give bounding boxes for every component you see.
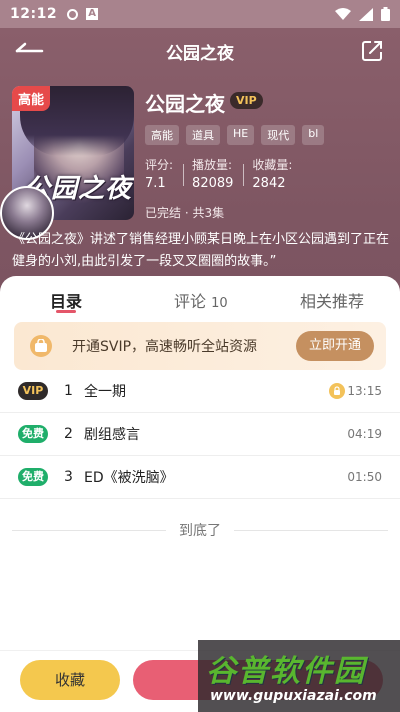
episode-title: 全一期 bbox=[84, 384, 126, 400]
promo-text: 开通SVIP，高速畅听全站资源 bbox=[72, 339, 258, 355]
tag-list: 高能 道具 HE 现代 bl bbox=[145, 125, 325, 145]
episode-row[interactable]: VIP 1 全一期 13:15 bbox=[0, 370, 400, 413]
book-description: 《公园之夜》讲述了销售经理小顾某日晚上在小区公园遇到了正在健身的小刘,由此引发了… bbox=[12, 232, 390, 269]
episode-number: 3 bbox=[64, 469, 73, 485]
tag[interactable]: bl bbox=[302, 125, 325, 145]
wifi-icon bbox=[335, 7, 351, 20]
watermark: 谷普软件园 www.gupuxiazai.com bbox=[198, 640, 400, 712]
stats-row: 评分: 7.1 播放量: 82089 收藏量: 2842 bbox=[145, 156, 302, 191]
status-time: 12:12 bbox=[10, 6, 58, 22]
tag[interactable]: HE bbox=[227, 125, 255, 145]
record-icon bbox=[67, 8, 79, 20]
active-tab-indicator bbox=[56, 310, 76, 313]
rating-stat: 评分: 7.1 bbox=[145, 156, 183, 191]
stat-divider bbox=[243, 164, 245, 186]
top-navigation-bar: 公园之夜 bbox=[0, 28, 400, 74]
episode-duration: 13:15 bbox=[347, 384, 382, 398]
completion-status: 已完结 · 共3集 bbox=[145, 206, 225, 220]
lock-icon bbox=[329, 383, 345, 399]
vip-badge: VIP bbox=[230, 92, 263, 109]
tab-bar: 目录 评论 10 相关推荐 bbox=[0, 288, 400, 318]
plays-stat: 播放量: 82089 bbox=[192, 156, 243, 191]
signal-icon bbox=[359, 7, 373, 21]
tag[interactable]: 现代 bbox=[261, 125, 296, 145]
tab-comments-count: 10 bbox=[211, 296, 228, 311]
episode-badge: 免费 bbox=[18, 468, 48, 486]
svip-promo-banner[interactable]: 开通SVIP，高速畅听全站资源 立即开通 bbox=[14, 322, 386, 370]
stat-label: 播放量: bbox=[192, 158, 233, 172]
episode-number: 1 bbox=[64, 383, 73, 399]
stat-label: 收藏量: bbox=[252, 158, 293, 172]
cover-badge: 高能 bbox=[12, 86, 51, 111]
vip-bag-icon bbox=[30, 335, 52, 357]
stat-value: 7.1 bbox=[145, 176, 166, 191]
back-arrow-icon[interactable] bbox=[14, 40, 44, 62]
stat-label: 评分: bbox=[145, 158, 174, 172]
stat-divider bbox=[183, 164, 185, 186]
status-bar: 12:12 A bbox=[0, 0, 400, 28]
episode-duration: 04:19 bbox=[347, 427, 382, 441]
tab-comments-label: 评论 bbox=[174, 292, 207, 311]
battery-icon bbox=[381, 7, 390, 21]
episode-row[interactable]: 免费 2 剧组感言 04:19 bbox=[0, 413, 400, 456]
favorites-stat: 收藏量: 2842 bbox=[252, 156, 302, 191]
collect-button[interactable]: 收藏 bbox=[20, 660, 120, 700]
page-title: 公园之夜 bbox=[166, 43, 234, 64]
watermark-name: 谷普软件园 bbox=[206, 654, 366, 689]
tab-comments[interactable]: 评论 10 bbox=[174, 288, 228, 312]
episode-title: ED《被洗脑》 bbox=[84, 470, 174, 486]
episode-badge: 免费 bbox=[18, 425, 48, 443]
stat-value: 82089 bbox=[192, 176, 234, 191]
episode-number: 2 bbox=[64, 426, 73, 442]
tab-recommendations[interactable]: 相关推荐 bbox=[300, 288, 364, 312]
tag[interactable]: 道具 bbox=[186, 125, 220, 145]
episode-duration: 01:50 bbox=[347, 470, 382, 484]
tab-catalog[interactable]: 目录 bbox=[50, 288, 82, 312]
book-title: 公园之夜 bbox=[145, 92, 225, 116]
tag[interactable]: 高能 bbox=[145, 125, 179, 145]
open-svip-button[interactable]: 立即开通 bbox=[296, 331, 374, 361]
episode-title: 剧组感言 bbox=[84, 427, 140, 443]
list-end-text: 到底了 bbox=[166, 520, 234, 540]
episode-badge: VIP bbox=[18, 382, 48, 400]
watermark-url: www.gupuxiazai.com bbox=[210, 688, 377, 704]
stat-value: 2842 bbox=[252, 176, 286, 191]
notification-icon: A bbox=[86, 8, 99, 20]
episode-row[interactable]: 免费 3 ED《被洗脑》 01:50 bbox=[0, 456, 400, 499]
share-icon[interactable] bbox=[360, 39, 384, 63]
